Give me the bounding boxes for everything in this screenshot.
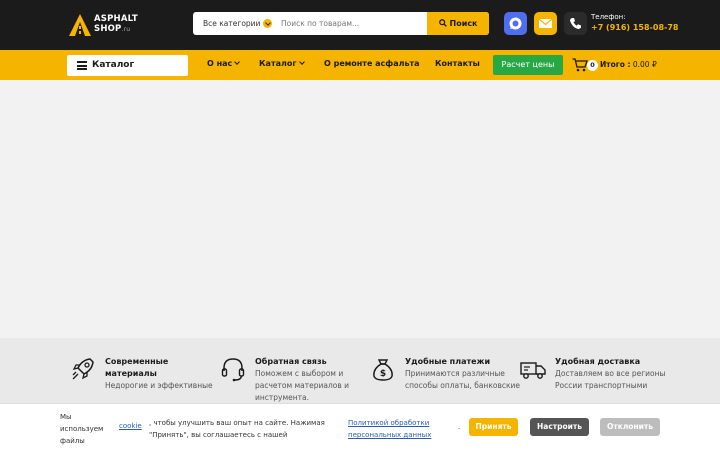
cookie-link[interactable]: cookie [119, 422, 142, 430]
price-calc-button[interactable]: Расчет цены [493, 55, 563, 75]
nav-bar: Каталог О нас Каталог О ремонте асфальта… [0, 50, 720, 80]
svg-text:$: $ [380, 369, 386, 379]
nav-item-catalog[interactable]: Каталог [259, 59, 305, 68]
cart-total-label: Итого : [600, 60, 631, 69]
cookie-text-body: , чтобы улучшить ваш опыт на сайте. Нажи… [149, 419, 325, 439]
rocket-icon [72, 358, 94, 380]
email-button[interactable] [534, 12, 557, 35]
nav-item-contacts[interactable]: Контакты [435, 59, 480, 68]
search-input[interactable] [275, 12, 427, 35]
logo-line2: SHOP [94, 24, 122, 34]
category-select[interactable]: Все категории [193, 12, 275, 35]
truck-icon [520, 362, 546, 379]
messenger-button[interactable] [504, 12, 527, 35]
nav-item-repair[interactable]: О ремонте асфальта [324, 59, 420, 68]
cart-total[interactable]: Итого : 0.00 ₽ [600, 60, 657, 69]
feature-description: Принимаются различные способы оплаты, ба… [405, 369, 521, 390]
feature-description: Доставляем во все регионы России транспо… [555, 369, 666, 390]
logo-suffix: .ru [121, 26, 131, 33]
category-select-label: Все категории [203, 19, 261, 28]
cart-total-value: 0.00 ₽ [632, 60, 657, 69]
nav-item-about[interactable]: О нас [207, 59, 241, 68]
logo-line1: ASPHALT [94, 14, 138, 24]
cookie-banner: Мы используем файлы cookie , чтобы улучш… [0, 403, 720, 450]
search-button[interactable]: Поиск [427, 12, 489, 35]
nav-item-label: О ремонте асфальта [324, 59, 420, 68]
configure-cookies-button[interactable]: Настроить [530, 418, 589, 436]
nav-item-label: О нас [207, 59, 233, 68]
privacy-policy-link[interactable]: Политикой обработки персональных данных [348, 417, 448, 441]
chevron-down-icon [298, 59, 305, 65]
feature-description: Поможем с выбором и расчетом материалов … [255, 369, 350, 402]
main-content-area [0, 80, 720, 338]
search-bar: Все категории Поиск [193, 12, 489, 35]
logo-text: ASPHALT SHOP.ru [94, 14, 138, 35]
chevron-down-icon [234, 59, 241, 65]
feature-title: Удобные платежи [405, 357, 491, 366]
chat-icon [509, 17, 522, 30]
feature-title: Обратная связь [255, 357, 327, 366]
cart-count-badge: 0 [587, 60, 598, 71]
cookie-text-dot: . [458, 423, 461, 431]
catalog-menu-button[interactable]: Каталог [67, 55, 188, 76]
site-logo[interactable]: ASPHALT SHOP.ru [68, 13, 138, 37]
chevron-down-icon [263, 19, 272, 28]
nav-item-label: Контакты [435, 59, 480, 68]
hamburger-icon [77, 61, 87, 70]
accept-cookies-button[interactable]: Принять [469, 418, 518, 436]
decline-cookies-button[interactable]: Отклонить [600, 418, 660, 436]
headset-icon [221, 358, 245, 382]
phone-number[interactable]: +7 (916) 158-08-78 [591, 23, 678, 32]
asphalt-logo-icon [69, 14, 91, 36]
phone-icon [570, 18, 581, 29]
search-button-label: Поиск [449, 19, 478, 28]
money-bag-icon: $ [373, 359, 393, 381]
feature-description: Недорогие и эффективные [105, 381, 213, 390]
feature-title: Современные материалы [105, 357, 169, 378]
search-icon [438, 18, 447, 27]
feature-title: Удобная доставка [555, 357, 641, 366]
cookie-text-intro: Мы используем файлы [60, 413, 104, 445]
cart-icon[interactable] [572, 58, 588, 72]
phone-button[interactable] [564, 12, 587, 35]
phone-label: Телефон: [591, 13, 626, 21]
catalog-menu-label: Каталог [92, 60, 135, 70]
nav-item-label: Каталог [259, 59, 297, 68]
top-header: ASPHALT SHOP.ru Все категории Поиск по т… [0, 0, 720, 50]
mail-icon [538, 18, 553, 28]
